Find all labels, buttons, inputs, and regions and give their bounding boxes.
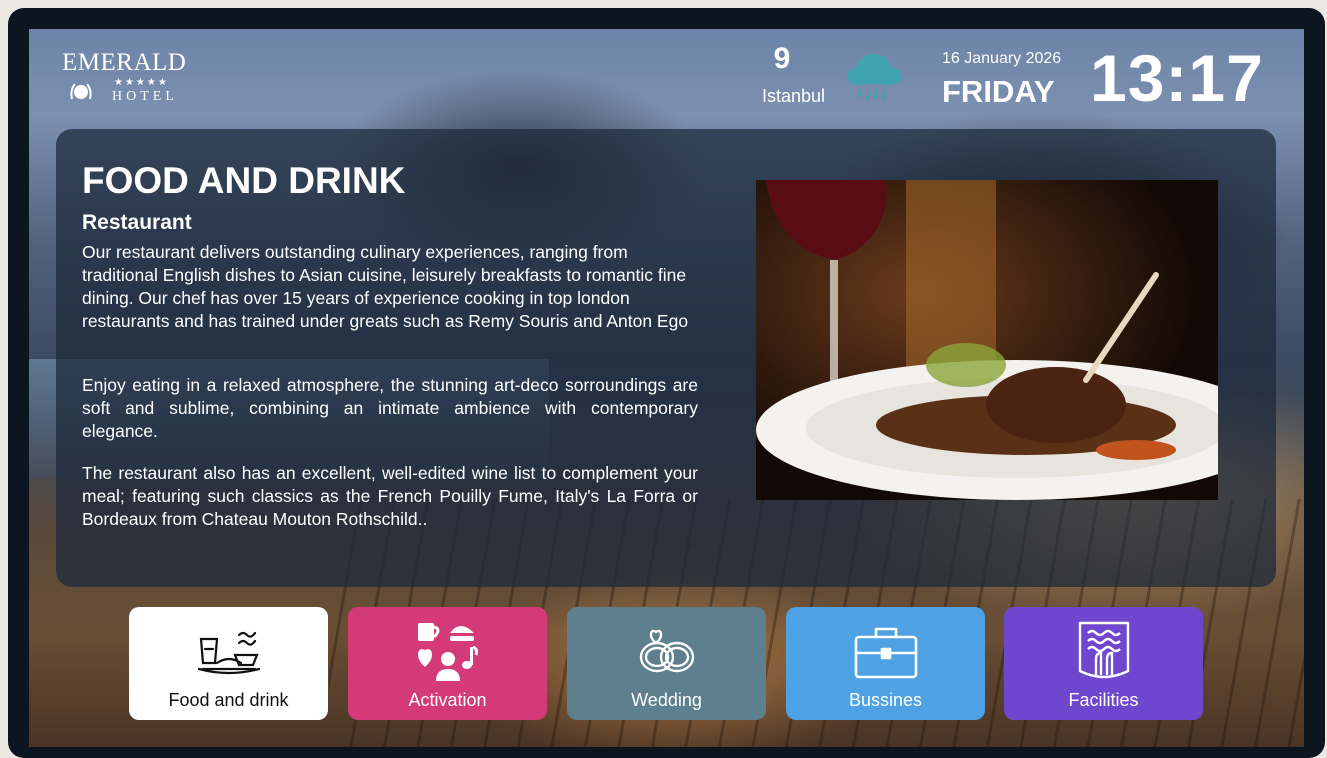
rain-cloud-icon — [847, 54, 901, 101]
logo-subtitle: HOTEL — [112, 89, 178, 104]
hotel-logo: EMERALD ★★★★★ HOTEL — [62, 49, 202, 109]
temperature: 9 — [773, 42, 791, 75]
paragraph-1: Our restaurant delivers outstanding culi… — [82, 242, 689, 331]
logo-emblem-icon — [70, 83, 92, 100]
paragraph-3: The restaurant also has an excellent, we… — [82, 463, 698, 529]
logo-stars: ★★★★★ — [114, 77, 169, 88]
current-day: FRIDAY — [942, 74, 1055, 109]
menu-label: Wedding — [631, 690, 702, 710]
menu-wedding[interactable]: Wedding — [567, 607, 766, 720]
dining-icon — [197, 631, 261, 675]
menu-label: Facilities — [1068, 690, 1139, 710]
menu-bussines[interactable]: Bussines — [786, 607, 985, 720]
menu-activation[interactable]: Activation — [348, 607, 547, 720]
section-subtitle: Restaurant — [82, 211, 192, 234]
facilities-icon — [1078, 621, 1130, 679]
current-date: 16 January 2026 — [942, 50, 1062, 67]
menu-label: Bussines — [848, 690, 923, 710]
rings-icon — [639, 629, 695, 673]
menu-label: Food and drink — [168, 690, 289, 710]
menu-label: Activation — [408, 690, 487, 710]
activities-icon — [418, 623, 479, 681]
page-title: FOOD AND DRINK — [82, 160, 406, 201]
menu-food-and-drink[interactable]: Food and drink — [129, 607, 328, 720]
briefcase-icon — [854, 627, 918, 679]
clock: 13:17 — [1090, 41, 1264, 115]
logo-name: EMERALD — [62, 49, 187, 76]
food-photo — [756, 180, 1218, 500]
city-name: Istanbul — [762, 86, 826, 106]
menu-facilities[interactable]: Facilities — [1004, 607, 1203, 720]
paragraph-2: Enjoy eating in a relaxed atmosphere, th… — [82, 375, 698, 441]
